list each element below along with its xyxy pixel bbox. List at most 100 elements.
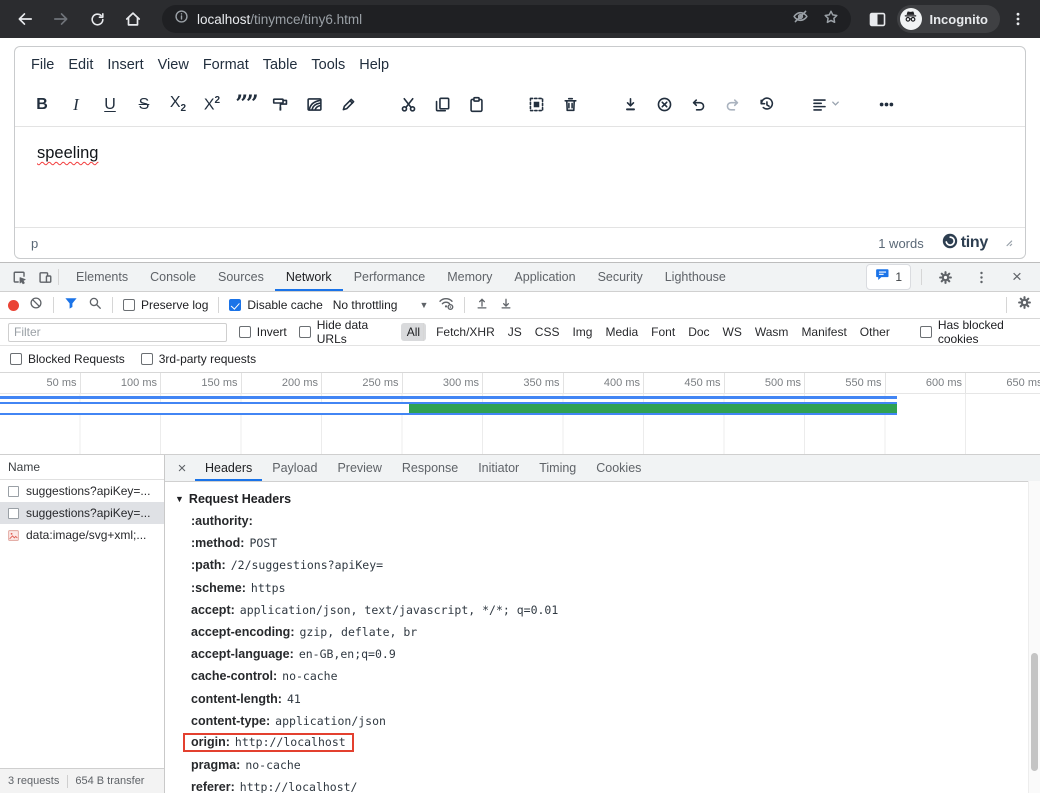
devtools-tab-lighthouse[interactable]: Lighthouse (654, 263, 737, 291)
filter-type-doc[interactable]: Doc (682, 323, 715, 341)
misspelled-word[interactable]: speeling (37, 144, 98, 162)
address-bar[interactable]: localhost/tinymce/tiny6.html (162, 5, 851, 33)
clear-icon[interactable] (29, 296, 43, 315)
menu-item-edit[interactable]: Edit (68, 53, 106, 77)
invert-toggle[interactable]: Invert (239, 325, 287, 339)
menu-item-insert[interactable]: Insert (107, 53, 156, 77)
reload-icon[interactable] (82, 4, 112, 34)
detail-tab-timing[interactable]: Timing (529, 455, 586, 481)
italic-button[interactable]: I (61, 90, 91, 120)
history-button[interactable] (751, 90, 781, 120)
detail-tab-response[interactable]: Response (392, 455, 468, 481)
import-har-icon[interactable] (475, 296, 489, 315)
delete-button[interactable] (555, 90, 585, 120)
third-party-checkbox[interactable] (141, 353, 153, 365)
disable-cache-checkbox[interactable] (229, 299, 241, 311)
superscript-button[interactable]: X2 (197, 90, 227, 120)
inspect-element-icon[interactable] (6, 265, 32, 289)
preserve-log-toggle[interactable]: Preserve log (123, 298, 208, 312)
disable-cache-toggle[interactable]: Disable cache (229, 298, 322, 312)
eye-slash-icon[interactable] (792, 8, 809, 30)
filter-type-manifest[interactable]: Manifest (795, 323, 852, 341)
more-button[interactable] (871, 90, 901, 120)
blocked-requests-checkbox[interactable] (10, 353, 22, 365)
strikethrough-button[interactable]: S (129, 90, 159, 120)
tiny-branding[interactable]: tiny (942, 233, 988, 254)
fill-button[interactable] (299, 90, 329, 120)
cancel-button[interactable] (649, 90, 679, 120)
word-count[interactable]: 1 words (878, 236, 924, 251)
cut-button[interactable] (393, 90, 423, 120)
filter-type-ws[interactable]: WS (717, 323, 748, 341)
request-row[interactable]: data:image/svg+xml;... (0, 524, 164, 546)
menu-item-format[interactable]: Format (203, 53, 262, 77)
network-conditions-icon[interactable] (438, 295, 454, 316)
resize-handle-icon[interactable] (1002, 234, 1013, 252)
menu-item-help[interactable]: Help (359, 53, 402, 77)
filter-type-css[interactable]: CSS (529, 323, 566, 341)
filter-type-js[interactable]: JS (502, 323, 528, 341)
site-info-icon[interactable] (174, 9, 189, 29)
devtools-menu-icon[interactable] (968, 265, 994, 289)
invert-checkbox[interactable] (239, 326, 251, 338)
devtools-settings-icon[interactable] (932, 265, 958, 289)
menu-item-file[interactable]: File (31, 53, 67, 77)
devtools-tab-sources[interactable]: Sources (207, 263, 275, 291)
filter-funnel-icon[interactable] (64, 296, 78, 315)
select-all-button[interactable] (521, 90, 551, 120)
devtools-close-icon[interactable]: × (1004, 265, 1030, 289)
network-settings-icon[interactable] (1017, 295, 1032, 315)
has-blocked-cookies-toggle[interactable]: Has blocked cookies (920, 318, 1032, 346)
hide-data-urls-toggle[interactable]: Hide data URLs (299, 318, 389, 346)
redo-button[interactable] (717, 90, 747, 120)
underline-button[interactable]: U (95, 90, 125, 120)
subscript-button[interactable]: X2 (163, 90, 193, 120)
install-button[interactable] (615, 90, 645, 120)
menu-item-tools[interactable]: Tools (311, 53, 358, 77)
search-icon[interactable] (88, 296, 102, 315)
devtools-tab-network[interactable]: Network (275, 263, 343, 291)
filter-type-img[interactable]: Img (566, 323, 598, 341)
side-panel-icon[interactable] (865, 6, 891, 32)
record-icon[interactable] (8, 300, 19, 311)
filter-type-font[interactable]: Font (645, 323, 681, 341)
preserve-log-checkbox[interactable] (123, 299, 135, 311)
request-row[interactable]: suggestions?apiKey=... (0, 480, 164, 502)
format-painter-button[interactable] (265, 90, 295, 120)
browser-menu-icon[interactable] (1006, 7, 1030, 31)
devtools-tab-memory[interactable]: Memory (436, 263, 503, 291)
filter-type-media[interactable]: Media (599, 323, 644, 341)
bold-button[interactable]: B (27, 90, 57, 120)
forward-icon[interactable] (46, 4, 76, 34)
devtools-tab-console[interactable]: Console (139, 263, 207, 291)
detail-tab-initiator[interactable]: Initiator (468, 455, 529, 481)
request-headers-section[interactable]: ▼ Request Headers (175, 488, 1040, 510)
detail-tab-cookies[interactable]: Cookies (586, 455, 651, 481)
export-har-icon[interactable] (499, 296, 513, 315)
close-detail-icon[interactable]: × (171, 457, 193, 479)
blockquote-button[interactable]: ”” (231, 90, 261, 120)
scrollbar-thumb[interactable] (1031, 653, 1038, 771)
issues-counter[interactable]: 1 (866, 264, 911, 290)
detail-tab-preview[interactable]: Preview (327, 455, 391, 481)
editor-content-area[interactable]: speeling (15, 127, 1025, 227)
element-path[interactable]: p (31, 236, 38, 251)
filter-type-fetch-xhr[interactable]: Fetch/XHR (423, 323, 501, 341)
filter-type-wasm[interactable]: Wasm (749, 323, 795, 341)
devtools-tab-security[interactable]: Security (587, 263, 654, 291)
detail-tab-headers[interactable]: Headers (195, 455, 262, 481)
has-blocked-cookies-checkbox[interactable] (920, 326, 932, 338)
filter-type-other[interactable]: Other (854, 323, 896, 341)
hide-data-urls-checkbox[interactable] (299, 326, 311, 338)
devtools-tab-performance[interactable]: Performance (343, 263, 437, 291)
device-toolbar-icon[interactable] (32, 265, 58, 289)
devtools-tab-application[interactable]: Application (503, 263, 586, 291)
devtools-tab-elements[interactable]: Elements (65, 263, 139, 291)
throttling-select[interactable]: No throttling ▼ (333, 298, 429, 312)
request-row[interactable]: suggestions?apiKey=... (0, 502, 164, 524)
align-left-button[interactable] (811, 90, 841, 120)
back-icon[interactable] (10, 4, 40, 34)
home-icon[interactable] (118, 4, 148, 34)
menu-item-table[interactable]: Table (263, 53, 311, 77)
paste-button[interactable] (461, 90, 491, 120)
